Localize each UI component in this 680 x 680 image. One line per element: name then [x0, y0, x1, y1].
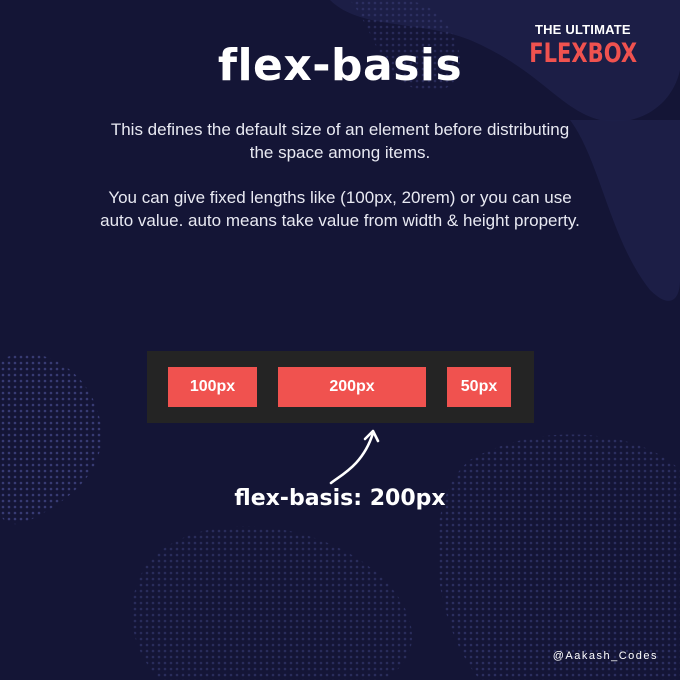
page-title: flex-basis [217, 40, 463, 91]
flex-item-200px: 200px [278, 367, 426, 407]
brand-subtitle: THE ULTIMATE [534, 22, 631, 37]
curved-arrow-up-icon [329, 429, 380, 485]
flex-basis-caption: flex-basis: 200px [234, 486, 446, 511]
flex-container-demo: 100px 200px 50px [147, 351, 534, 423]
author-handle: @Aakash_Codes [552, 650, 658, 662]
background-decoration [0, 0, 680, 680]
description-paragraph-1: This defines the default size of an elem… [110, 120, 570, 162]
flex-item-100px: 100px [168, 367, 257, 407]
description-paragraph-2: You can give fixed lengths like (100px, … [100, 188, 580, 230]
flex-item-50px: 50px [447, 367, 511, 407]
